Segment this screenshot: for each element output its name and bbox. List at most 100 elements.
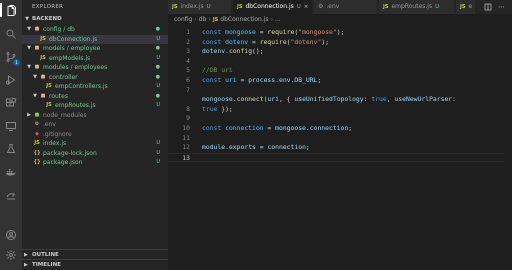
code-token: = — [255, 28, 268, 36]
code-line[interactable]: 5 //DB uri — [168, 66, 512, 75]
code-line[interactable]: 11 — [168, 134, 512, 143]
code-editor[interactable]: 1 const mongoose = require("mongoose"); 2 c… — [168, 25, 512, 270]
tree-folder[interactable]: ▼ ■ modules / employees ● — [22, 63, 168, 73]
timeline-section[interactable]: ▶ TIMELINE — [22, 259, 168, 270]
tree-file[interactable]: JS empModels.js U — [22, 54, 168, 64]
code-text: const uri = process.env.DB_URL; — [202, 76, 321, 85]
code-line[interactable]: 1 const mongoose = require("mongoose"); — [168, 28, 512, 37]
source-control-icon[interactable]: 1 — [4, 50, 20, 66]
tree-folder[interactable]: ▼ ■ controller ● — [22, 73, 168, 83]
line-number: 11 — [182, 133, 190, 142]
files-icon[interactable] — [4, 4, 18, 18]
folder-icon: ■ — [40, 92, 46, 99]
breadcrumb-more[interactable]: ... — [275, 16, 281, 23]
root-folder-label: BACKEND — [32, 16, 62, 22]
code-line[interactable]: 6 const uri = process.env.DB_URL; — [168, 76, 512, 85]
root-folder[interactable]: ▼ BACKEND — [22, 15, 168, 25]
code-token: ; — [348, 124, 353, 132]
line-number: 8 — [186, 104, 190, 113]
code-token: connection — [225, 124, 264, 132]
code-token: mongoose — [202, 95, 233, 104]
code-token: mongoose — [275, 124, 306, 132]
breadcrumb-db[interactable]: db — [199, 16, 207, 23]
split-editor-icon[interactable] — [484, 3, 492, 11]
line-number: 5 — [186, 66, 190, 75]
tree-file[interactable]: ◆ .gitignore — [22, 130, 168, 140]
line-number: 10 — [182, 124, 190, 132]
account-icon[interactable] — [4, 228, 18, 242]
code-token: require — [259, 37, 287, 46]
gear-icon: ⚙ — [318, 3, 324, 10]
code-line[interactable]: 7 — [168, 86, 512, 95]
search-icon[interactable] — [4, 27, 18, 41]
tree-file[interactable]: {} package-lock.json U — [22, 149, 168, 159]
code-token: ; — [305, 143, 310, 152]
tree-item-label: routes — [49, 92, 68, 100]
code-line[interactable]: 10 const connection = mongoose.connection… — [168, 124, 512, 133]
line-number: 12 — [182, 143, 190, 152]
breadcrumb-file[interactable]: dbConnection.js — [220, 16, 268, 23]
tree-item-label: dbConnection.js — [49, 35, 98, 43]
tree-file[interactable]: {} package.json U — [22, 158, 168, 168]
tree-file[interactable]: JS index.js U — [22, 139, 168, 149]
code-token: uri — [267, 95, 279, 104]
breadcrumb: config › db › JS dbConnection.js ›... — [168, 14, 512, 25]
tree-file[interactable]: JS empRoutes.js U — [22, 101, 168, 111]
code-token: const — [202, 28, 226, 36]
docker-icon[interactable] — [4, 165, 18, 179]
tab-index-js[interactable]: JS index.js U — [168, 0, 232, 14]
code-text: //DB uri — [202, 66, 233, 75]
tree-file[interactable]: JS dbConnection.js U — [22, 34, 168, 44]
js-file-icon: JS — [212, 17, 219, 23]
tree-file[interactable]: ⚙ .env — [22, 120, 168, 130]
code-line[interactable]: 9 — [168, 114, 512, 123]
tab-emproutes-js[interactable]: JS empRoutes.js U — [379, 0, 455, 14]
extensions-icon[interactable] — [4, 96, 18, 110]
explorer-title: EXPLORER — [32, 4, 64, 10]
code-line[interactable]: mongoose.connect(uri, { useUnifiedTopolo… — [168, 95, 512, 104]
tab-label: .env — [326, 3, 340, 10]
tree-folder[interactable]: ▶ ■ node_modules — [22, 111, 168, 121]
js-file-icon: JS — [34, 140, 40, 146]
line-number: 2 — [186, 37, 190, 46]
breadcrumb-config[interactable]: config — [174, 16, 192, 23]
outline-section[interactable]: ▶ OUTLINE — [22, 249, 168, 259]
json-file-icon: {} — [33, 159, 41, 165]
folder-icon: ■ — [34, 45, 40, 51]
git-status-badge: U — [156, 140, 160, 146]
test-icon[interactable] — [4, 142, 18, 156]
git-status-badge: U — [156, 159, 160, 165]
js-file-icon: JS — [172, 4, 178, 10]
tree-folder[interactable]: ▼ ■ models / employee ● — [22, 44, 168, 54]
code-line[interactable]: 4 — [168, 57, 512, 66]
tree-item-label: config / db — [43, 26, 75, 33]
tab-env[interactable]: ⚙ .env — [314, 0, 378, 14]
line-number: 9 — [186, 114, 190, 123]
code-line[interactable]: 13 — [168, 152, 512, 162]
chevron-right-icon: › — [270, 16, 273, 23]
code-token: }); — [217, 104, 233, 113]
tree-folder[interactable]: ▼ ■ routes ● — [22, 92, 168, 102]
code-line[interactable]: 8 true }); — [168, 105, 512, 114]
settings-gear-icon[interactable] — [4, 248, 18, 262]
code-line[interactable]: 12 module.exports = connection; — [168, 143, 512, 152]
line-number: 1 — [186, 28, 190, 36]
code-line[interactable]: 3 dotenv.config(); — [168, 47, 512, 56]
tree-folder[interactable]: ▼ ■ config / db ● — [22, 25, 168, 35]
code-line[interactable]: 2 const dotenv = require("dotenv"); — [168, 38, 512, 47]
scrollbar[interactable] — [504, 25, 512, 270]
code-token: exports — [228, 143, 256, 152]
run-debug-icon[interactable] — [4, 73, 18, 87]
tree-file[interactable]: JS empControllers.js U — [22, 82, 168, 92]
more-actions-icon[interactable]: ⋯ — [498, 0, 505, 14]
code-token: = — [236, 76, 249, 84]
code-token: (); — [252, 47, 264, 56]
chevron-down-icon: ▼ — [33, 73, 37, 80]
close-icon[interactable]: × — [304, 4, 309, 10]
remote-icon[interactable] — [4, 119, 18, 133]
tab-dbconnection-js[interactable]: JS dbConnection.js U × — [233, 0, 313, 14]
tab-actions: ⋯ — [480, 0, 512, 14]
code-token: , { — [278, 95, 295, 104]
live-share-icon[interactable] — [4, 188, 18, 202]
tab-overflow[interactable]: JS e — [456, 0, 476, 14]
